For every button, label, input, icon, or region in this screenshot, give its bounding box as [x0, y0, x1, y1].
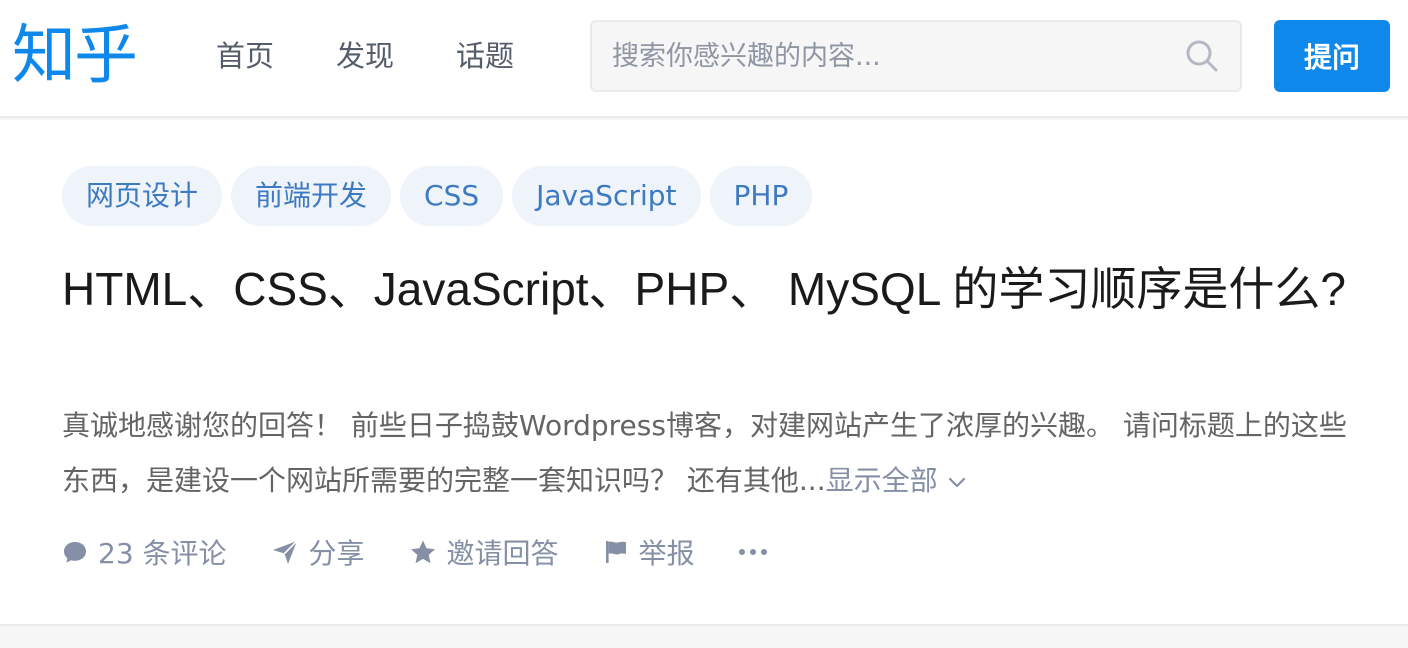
nav-explore[interactable]: 发现 [336, 34, 394, 78]
comments-label: 23 条评论 [98, 537, 227, 570]
more-dots-icon [738, 549, 745, 555]
topic-tag[interactable]: JavaScript [512, 166, 701, 226]
report-label: 举报 [638, 537, 695, 570]
more-options-button[interactable] [738, 537, 767, 567]
invite-answer-label: 邀请回答 [446, 537, 559, 570]
chevron-down-icon [948, 477, 965, 488]
more-dots-icon [749, 549, 756, 555]
flag-icon [605, 541, 626, 563]
question-detail: 真诚地感谢您的回答！ 前些日子捣鼓Wordpress博客，对建网站产生了浓厚的兴… [62, 398, 1352, 508]
show-all-button[interactable]: 显示全部 [826, 464, 968, 497]
zhihu-logo[interactable]: 知乎 [12, 20, 138, 92]
comments-button[interactable]: 23 条评论 [62, 532, 227, 572]
report-button[interactable]: 举报 [603, 532, 695, 572]
question-title: HTML、CSS、JavaScript、PHP、 MySQL 的学习顺序是什么? [62, 263, 1346, 315]
question-detail-text: 真诚地感谢您的回答！ 前些日子捣鼓Wordpress博客，对建网站产生了浓厚的兴… [62, 409, 1347, 497]
search-box [590, 20, 1242, 92]
more-dots-icon [760, 549, 767, 555]
show-all-label: 显示全部 [825, 464, 938, 497]
question-card: 网页设计 前端开发 CSS JavaScript PHP HTML、CSS、Ja… [0, 120, 1408, 626]
topic-tags: 网页设计 前端开发 CSS JavaScript PHP [62, 166, 813, 226]
ask-question-button[interactable]: 提问 [1274, 20, 1390, 92]
topic-tag[interactable]: CSS [400, 166, 504, 226]
nav-home[interactable]: 首页 [216, 34, 274, 78]
share-label: 分享 [308, 537, 365, 570]
question-actions: 23 条评论 分享 邀请回答 举报 [62, 530, 767, 574]
search-input[interactable] [612, 32, 1172, 80]
comment-icon [64, 542, 86, 563]
invite-answer-button[interactable]: 邀请回答 [409, 532, 559, 572]
star-icon [410, 540, 435, 564]
nav-topics[interactable]: 话题 [456, 34, 514, 78]
share-icon [272, 540, 298, 564]
topic-tag[interactable]: 网页设计 [62, 166, 223, 226]
topic-tag[interactable]: 前端开发 [231, 166, 392, 226]
top-navigation-bar: 知乎 首页 发现 话题 提问 [0, 0, 1408, 118]
search-icon[interactable] [1184, 38, 1220, 74]
topic-tag[interactable]: PHP [709, 166, 813, 226]
share-button[interactable]: 分享 [271, 532, 365, 572]
